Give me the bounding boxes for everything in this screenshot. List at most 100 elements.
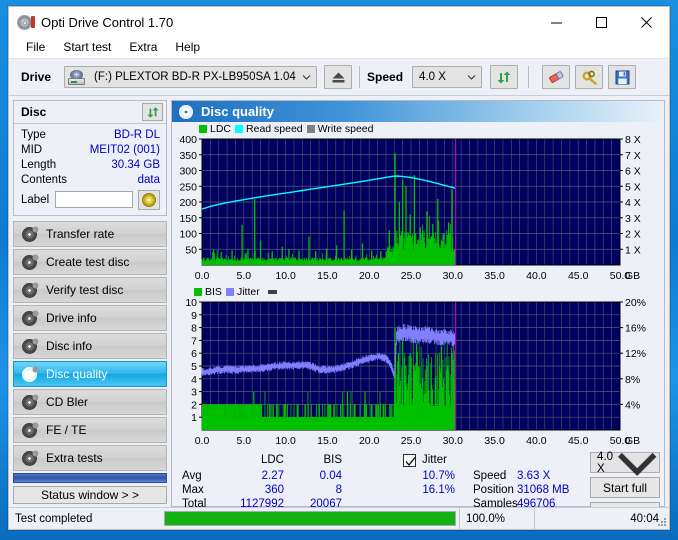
refresh-icon [146,106,159,118]
app-window: Opti Drive Control 1.70 File Start test … [8,6,670,530]
stats-position-label: Position [473,484,514,496]
svg-text:6: 6 [191,348,197,360]
svg-text:8%: 8% [625,374,640,386]
svg-text:8 X: 8 X [625,135,641,146]
test-speed-select-value: 4.0 X [597,450,613,475]
chart-2-legend: BIS Jitter [172,285,664,298]
sidebar-accent-strip [13,473,167,483]
svg-text:20%: 20% [625,298,646,309]
sidebar-item-verify-test-disc[interactable]: Verify test disc [13,277,167,303]
speed-select-value: 4.0 X [419,71,446,83]
svg-text:6 X: 6 X [625,166,641,178]
main-panel: Disc quality LDC Read speed Write speed … [171,100,665,523]
resize-grip[interactable] [657,517,667,527]
maximize-button[interactable] [579,7,624,37]
svg-text:5.0: 5.0 [236,435,251,447]
eject-button[interactable] [324,65,353,89]
menu-item-start-test[interactable]: Start test [54,38,120,57]
erase-button[interactable] [542,65,571,89]
stats-jitter-max: 16.1% [422,484,455,496]
chart-1-legend: LDC Read speed Write speed [172,122,664,135]
legend-swatch-ldc [199,124,207,133]
save-button[interactable] [608,65,637,89]
svg-text:100: 100 [179,229,197,241]
legend-label-jitter: Jitter [236,285,260,298]
svg-text:30.0: 30.0 [443,270,464,282]
menu-item-file[interactable]: File [17,38,54,57]
page-title: Disc quality [201,104,274,119]
svg-text:1: 1 [191,412,197,424]
menu-bar: File Start test Extra Help [9,37,669,58]
refresh-speed-button[interactable] [490,65,519,89]
close-button[interactable] [624,7,669,37]
sidebar-item-label: Create test disc [46,255,130,269]
disc-label-apply-button[interactable] [137,189,160,210]
speed-label: Speed [367,70,404,84]
speed-select[interactable]: 4.0 X [412,66,483,88]
sidebar-item-disc-info[interactable]: Disc info [13,333,167,359]
sidebar-item-fe-te[interactable]: FE / TE [13,417,167,443]
drive-select-value: (F:) PLEXTOR BD-R PX-LB950SA 1.04 [94,71,296,83]
start-full-button[interactable]: Start full [590,477,660,498]
svg-text:35.0: 35.0 [484,435,505,447]
svg-text:25.0: 25.0 [401,435,422,447]
stats-header-ldc: LDC [260,454,284,466]
minimize-button[interactable] [534,7,579,37]
legend-label-read-speed: Read speed [246,122,303,135]
legend-swatch-write-speed [306,124,315,133]
svg-text:16%: 16% [625,323,646,335]
disc-icon [22,421,39,438]
disc-label-row: Label [21,189,160,210]
disc-label-input[interactable] [54,191,133,208]
svg-text:3: 3 [191,387,197,399]
disc-properties: Type BD-R DL MID MEIT02 (001) Length 30.… [14,124,166,215]
refresh-icon [497,71,511,83]
settings-button[interactable] [575,65,604,89]
drive-select[interactable]: (F:) PLEXTOR BD-R PX-LB950SA 1.04 [64,66,318,88]
disc-label-key: Label [21,193,50,206]
chevron-down-icon [467,75,476,80]
sidebar-item-create-test-disc[interactable]: Create test disc [13,249,167,275]
disc-row-type: Type BD-R DL [21,127,160,142]
disc-row-length: Length 30.34 GB [21,157,160,172]
disc-refresh-button[interactable] [142,103,163,121]
status-window-button[interactable]: Status window > > [13,485,167,504]
sidebar-item-label: Extra tests [46,451,103,465]
sidebar-nav: Transfer rate Create test disc Verify te… [13,221,167,471]
stats-bis-max: 8 [335,484,342,496]
test-speed-select[interactable]: 4.0 X [590,450,660,477]
svg-text:250: 250 [179,181,197,193]
menu-item-extra[interactable]: Extra [120,38,166,57]
sidebar-item-transfer-rate[interactable]: Transfer rate [13,221,167,247]
sidebar-item-extra-tests[interactable]: Extra tests [13,445,167,471]
stats-ldc-avg: 2.27 [261,470,284,482]
stats-bis-avg: 0.04 [319,470,342,482]
stats-row-label-avg: Avg [182,470,202,482]
disc-box-title: Disc [21,105,47,119]
svg-text:5.0: 5.0 [236,270,251,282]
svg-text:40.0: 40.0 [526,270,547,282]
quality-chart-ldc[interactable]: 50 100 150 200 250 300 350 400 1 X 2 X 3 X 4 X 5 X 6 … [172,135,664,285]
svg-text:2 X: 2 X [625,229,641,241]
quality-chart-bis-jitter[interactable]: 1 2 3 4 5 6 7 8 9 10 4% 8% 12% 16% 20% 0.0 5.0 10.0 15.0 20… [172,298,664,450]
svg-text:4: 4 [191,374,197,386]
svg-text:10: 10 [185,298,197,309]
svg-text:25.0: 25.0 [401,270,422,282]
sidebar-item-disc-quality[interactable]: Disc quality [13,361,167,387]
charts-area: LDC Read speed Write speed 50 100 150 200 25… [172,122,664,450]
svg-text:0.0: 0.0 [195,435,210,447]
jitter-checkbox[interactable] [403,454,416,467]
sidebar-item-drive-info[interactable]: Drive info [13,305,167,331]
stats-row-label-max: Max [182,484,204,496]
svg-text:400: 400 [179,135,197,146]
stats-panel: LDC BIS Avg Max Total 2.27 360 1127992 0… [172,450,664,523]
disc-icon [22,393,39,410]
drive-label: Drive [21,70,52,84]
sidebar-item-cd-bler[interactable]: CD Bler [13,389,167,415]
svg-text:45.0: 45.0 [568,435,589,447]
menu-item-help[interactable]: Help [166,38,209,57]
svg-text:30.0: 30.0 [443,435,464,447]
legend-label-ldc: LDC [210,122,232,135]
elapsed-time: 40:04 [630,512,659,525]
disc-row-contents: Contents data [21,172,160,187]
